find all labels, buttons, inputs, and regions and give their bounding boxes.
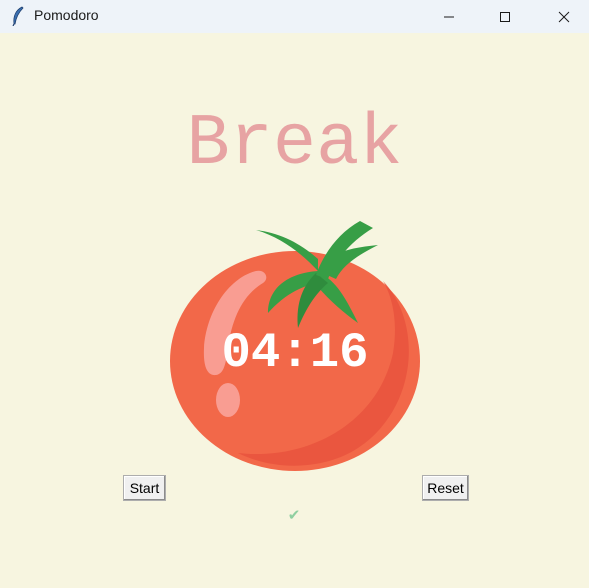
minimize-button[interactable] <box>426 0 472 33</box>
maximize-icon <box>500 11 510 22</box>
window-title: Pomodoro <box>34 7 99 23</box>
app-window: Pomodoro Break 04:16 Start Reset ✔ <box>0 0 589 588</box>
completed-sessions-checkmark: ✔ <box>287 506 301 524</box>
feather-icon <box>12 6 24 26</box>
minimize-icon <box>444 16 454 17</box>
main-content: Break 04:16 Start Reset ✔ <box>0 33 589 588</box>
countdown-timer: 04:16 <box>221 325 369 381</box>
close-icon <box>558 11 570 22</box>
maximize-button[interactable] <box>482 0 528 33</box>
start-button[interactable]: Start <box>123 475 166 501</box>
close-button[interactable] <box>541 0 587 33</box>
reset-button[interactable]: Reset <box>422 475 469 501</box>
session-heading: Break <box>186 103 403 185</box>
title-bar: Pomodoro <box>0 0 589 33</box>
